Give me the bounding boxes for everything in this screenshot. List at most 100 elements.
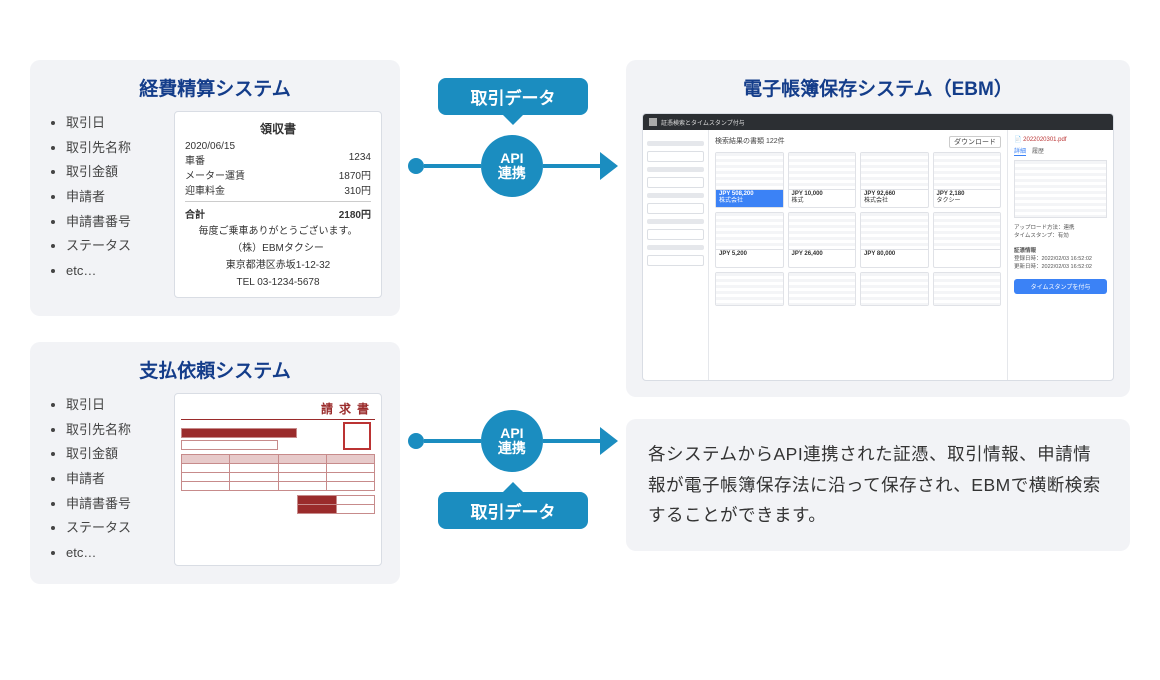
detail-file: 2022020301.pdf (1023, 137, 1066, 143)
description-panel: 各システムからAPI連携された証憑、取引情報、申請情報が電子帳簿保存法に沿って保… (626, 419, 1130, 551)
ebm-count: 検索結果の書類 122件 (715, 136, 785, 148)
receipt-fare: 1870円 (339, 167, 371, 182)
data-label: 取引データ (438, 78, 588, 115)
list-item: 申請書番号 (66, 492, 160, 517)
invoice-document: 請求書 (174, 393, 382, 566)
list-item: 取引日 (66, 393, 160, 418)
tab-detail[interactable]: 詳細 (1014, 146, 1026, 156)
ebm-detail-pane: 📄 2022020301.pdf 詳細 履歴 アップロード方法：連携 タイムスタ… (1007, 130, 1113, 380)
receipt-tel: TEL 03-1234-5678 (185, 276, 371, 289)
timestamp-button[interactable]: タイムスタンプを付与 (1014, 279, 1107, 294)
api-circle: API 連携 (481, 410, 542, 472)
list-item: etc… (66, 541, 160, 566)
card-price: JPY 2,180 (937, 191, 965, 197)
ebm-grid: JPY 508,200株式会社 JPY 10,000株式 JPY 92,660株… (715, 152, 1001, 306)
ebm-card[interactable]: JPY 92,660株式会社 (860, 152, 929, 208)
flow-line (424, 439, 481, 443)
ebm-app-screenshot: 証憑検索とタイムスタンプ付与 検索結果の書類 122件 ダウンロード (642, 113, 1114, 381)
card-sub: 株式 (792, 198, 804, 204)
ebm-card[interactable] (715, 272, 784, 306)
detail-preview (1014, 160, 1107, 218)
ebm-card[interactable]: JPY 5,200 (715, 212, 784, 268)
ebm-card[interactable]: JPY 508,200株式会社 (715, 152, 784, 208)
list-item: ステータス (66, 516, 160, 541)
list-item: 取引先名称 (66, 136, 160, 161)
list-item: ステータス (66, 234, 160, 259)
receipt-company: （株）EBMタクシー (185, 242, 371, 255)
expense-system-panel: 経費精算システム 取引日 取引先名称 取引金額 申請者 申請書番号 ステータス … (30, 60, 400, 316)
detail-meta: アップロード方法：連携 タイムスタンプ：有効 証憑情報 登録日時：2022/02… (1014, 224, 1107, 271)
api-connector-top: 取引データ API 連携 (408, 78, 618, 207)
receipt-total: 2180円 (339, 206, 371, 221)
seal-icon (343, 422, 371, 450)
expense-field-list: 取引日 取引先名称 取引金額 申請者 申請書番号 ステータス etc… (48, 111, 160, 298)
ebm-card[interactable] (933, 212, 1002, 268)
meta-line: 登録日時：2022/02/03 16:52:02 (1014, 255, 1107, 263)
ebm-card[interactable]: JPY 2,180タクシー (933, 152, 1002, 208)
receipt-toll: 310円 (344, 182, 371, 197)
api-circle: API 連携 (481, 135, 542, 197)
arrow-right-icon (600, 152, 618, 180)
card-price: JPY 26,400 (792, 251, 823, 257)
flow-dot-icon (408, 158, 424, 174)
api-text-2: 連携 (498, 441, 526, 456)
ebm-card[interactable]: JPY 26,400 (788, 212, 857, 268)
receipt-vehicle-label: 車番 (185, 152, 205, 167)
list-item: 申請者 (66, 185, 160, 210)
payment-system-panel: 支払依頼システム 取引日 取引先名称 取引金額 申請者 申請書番号 ステータス … (30, 342, 400, 584)
data-label: 取引データ (438, 492, 588, 529)
download-button[interactable]: ダウンロード (949, 136, 1001, 148)
receipt-document: 領収書 2020/06/15 車番 1234 メーター運賃 1870円 迎車料金 31… (174, 111, 382, 298)
ebm-card[interactable] (860, 272, 929, 306)
ebm-card[interactable] (788, 272, 857, 306)
ebm-card[interactable] (933, 272, 1002, 306)
list-item: 取引金額 (66, 160, 160, 185)
list-item: 申請書番号 (66, 210, 160, 235)
api-text-1: API (500, 151, 523, 166)
receipt-address: 東京都港区赤坂1-12-32 (185, 259, 371, 272)
flow-line (543, 439, 600, 443)
card-sub: タクシー (937, 198, 961, 204)
receipt-vehicle: 1234 (349, 152, 371, 167)
flow-line (543, 164, 600, 168)
receipt-thanks: 毎度ご乗車ありがとうございます。 (185, 225, 371, 238)
invoice-table (181, 454, 375, 491)
app-icon (649, 118, 657, 126)
right-column: 電子帳簿保存システム（EBM） 証憑検索とタイムスタンプ付与 検索結果の書類 1… (626, 60, 1130, 551)
list-item: 取引先名称 (66, 418, 160, 443)
api-text-2: 連携 (498, 166, 526, 181)
receipt-title: 領収書 (185, 120, 371, 137)
receipt-fare-label: メーター運賃 (185, 167, 245, 182)
list-item: etc… (66, 259, 160, 284)
list-item: 取引日 (66, 111, 160, 136)
meta-line: 更新日時：2022/02/03 16:52:02 (1014, 263, 1107, 271)
ebm-sidebar (643, 130, 709, 380)
payment-title: 支払依頼システム (48, 356, 382, 383)
payment-field-list: 取引日 取引先名称 取引金額 申請者 申請書番号 ステータス etc… (48, 393, 160, 566)
ebm-title: 電子帳簿保存システム（EBM） (642, 74, 1114, 101)
flow-line (424, 164, 481, 168)
ebm-card[interactable]: JPY 10,000株式 (788, 152, 857, 208)
pointer-down-icon (503, 115, 523, 125)
arrow-right-icon (600, 427, 618, 455)
api-connector-bottom: API 連携 取引データ (408, 400, 618, 529)
receipt-toll-label: 迎車料金 (185, 182, 225, 197)
receipt-date: 2020/06/15 (185, 141, 371, 152)
card-price: JPY 508,200 (719, 191, 754, 197)
card-price: JPY 92,660 (864, 191, 895, 197)
invoice-title: 請求書 (181, 400, 375, 420)
ebm-topbar-title: 証憑検索とタイムスタンプ付与 (661, 118, 745, 127)
card-price: JPY 5,200 (719, 251, 747, 257)
ebm-topbar: 証憑検索とタイムスタンプ付与 (643, 114, 1113, 130)
ebm-card[interactable]: JPY 80,000 (860, 212, 929, 268)
card-sub: 株式会社 (719, 198, 743, 204)
receipt-total-label: 合計 (185, 206, 205, 221)
pointer-up-icon (503, 482, 523, 492)
tab-history[interactable]: 履歴 (1032, 146, 1044, 156)
list-item: 申請者 (66, 467, 160, 492)
api-text-1: API (500, 426, 523, 441)
list-item: 取引金額 (66, 442, 160, 467)
card-sub: 株式会社 (864, 198, 888, 204)
expense-title: 経費精算システム (48, 74, 382, 101)
meta-heading: 証憑情報 (1014, 247, 1107, 255)
